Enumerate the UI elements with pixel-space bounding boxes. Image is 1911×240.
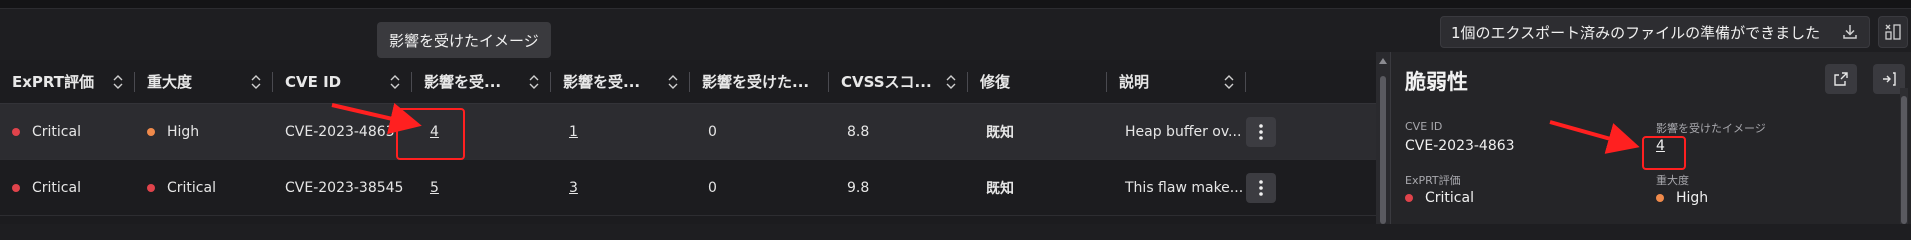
table-row[interactable]: Critical High CVE-2023-4863 4 1 0 8.8 既知… <box>0 104 1376 160</box>
exprt-cell: Critical <box>0 160 135 215</box>
column-header-affected-2[interactable]: 影響を受... <box>551 60 690 103</box>
affected-2-link[interactable]: 1 <box>569 124 578 140</box>
cve-id-cell: CVE-2023-38545 <box>285 179 404 196</box>
critical-dot-icon <box>147 183 155 192</box>
cvss-cell: 9.8 <box>847 179 870 196</box>
affected-images-label: 影響を受けたイメージ <box>1656 122 1766 135</box>
row-actions-button[interactable] <box>1246 116 1276 147</box>
column-header-severity[interactable]: 重大度 <box>135 60 273 103</box>
top-bar <box>0 0 1911 9</box>
scrollbar-thumb[interactable] <box>1380 76 1386 224</box>
affected-images-link[interactable]: 5 <box>430 180 439 196</box>
vulnerabilities-table: ExPRT評価 重大度 CVE ID 影響を受... 影響を受... 影響を受け… <box>0 60 1376 224</box>
high-dot-icon <box>147 127 155 136</box>
export-ready-notification[interactable]: 1個のエクスポート済みのファイルの準備ができました <box>1440 16 1870 48</box>
description-cell: Heap buffer ov... <box>1125 123 1242 140</box>
table-scrollbar[interactable] <box>1376 52 1390 224</box>
exprt-label: ExPRT評価 <box>1405 174 1461 187</box>
column-header-remediation[interactable]: 修復 <box>968 60 1107 103</box>
cve-id-cell: CVE-2023-4863 <box>285 123 395 140</box>
column-tooltip: 影響を受けたイメージ <box>377 22 551 58</box>
panel-scrollbar-thumb[interactable] <box>1901 96 1907 224</box>
kebab-menu-icon <box>1259 179 1263 196</box>
affected-2-cell: 3 <box>551 160 690 215</box>
affected-images-cell: 5 <box>412 160 551 215</box>
severity-label: 重大度 <box>1656 174 1689 187</box>
exprt-cell: Critical <box>0 104 135 159</box>
affected-3-cell: 0 <box>708 179 717 196</box>
column-header-cvss[interactable]: CVSSスコ... <box>829 60 968 103</box>
critical-dot-icon <box>12 183 20 192</box>
severity-cell: Critical <box>135 160 273 215</box>
affected-3-cell: 0 <box>708 123 717 140</box>
exprt-value: Critical <box>1405 190 1474 206</box>
sort-icon[interactable] <box>113 75 123 89</box>
cve-id-label: CVE ID <box>1405 120 1443 133</box>
affected-2-cell: 1 <box>551 104 690 159</box>
critical-dot-icon <box>12 127 20 136</box>
sort-icon[interactable] <box>946 75 956 89</box>
annotation-highlight-box <box>1642 136 1686 170</box>
sort-icon[interactable] <box>668 75 678 89</box>
table-row[interactable]: Critical Critical CVE-2023-38545 5 3 0 9… <box>0 160 1376 216</box>
column-header-affected-images[interactable]: 影響を受... <box>412 60 551 103</box>
column-header-description[interactable]: 説明 <box>1107 60 1246 103</box>
sort-icon[interactable] <box>529 75 539 89</box>
column-header-exprt[interactable]: ExPRT評価 <box>0 60 135 103</box>
collapse-panel-button[interactable] <box>1878 16 1908 48</box>
description-cell: This flaw make... <box>1125 179 1244 196</box>
remediation-cell: 既知 <box>986 180 1014 197</box>
cve-id-value: CVE-2023-4863 <box>1405 138 1515 154</box>
sort-icon[interactable] <box>1224 75 1234 89</box>
close-panel-icon <box>1883 72 1896 86</box>
row-actions-button[interactable] <box>1246 172 1276 203</box>
high-dot-icon <box>1656 194 1664 202</box>
column-header-cve-id[interactable]: CVE ID <box>273 60 412 103</box>
download-icon[interactable] <box>1841 23 1859 41</box>
share-icon <box>1834 72 1848 86</box>
cvss-cell: 8.8 <box>847 123 870 140</box>
export-ready-text: 1個のエクスポート済みのファイルの準備ができました <box>1451 23 1821 42</box>
remediation-cell: 既知 <box>986 124 1014 141</box>
sort-icon[interactable] <box>390 75 400 89</box>
table-header: ExPRT評価 重大度 CVE ID 影響を受... 影響を受... 影響を受け… <box>0 60 1376 104</box>
column-divider <box>1245 72 1246 92</box>
critical-dot-icon <box>1405 194 1413 202</box>
severity-value: High <box>1656 190 1708 206</box>
severity-cell: High <box>135 104 273 159</box>
actions-cell <box>1246 160 1296 215</box>
panel-title: 脆弱性 <box>1405 70 1468 94</box>
annotation-highlight-box <box>396 108 465 160</box>
affected-2-link[interactable]: 3 <box>569 180 578 196</box>
scroll-up-arrow-icon[interactable] <box>1379 58 1387 64</box>
actions-cell <box>1246 104 1296 159</box>
share-button[interactable] <box>1825 64 1857 94</box>
column-header-affected-3[interactable]: 影響を受けた... <box>690 60 829 103</box>
sort-icon[interactable] <box>251 75 261 89</box>
kebab-menu-icon <box>1259 123 1263 140</box>
collapse-panel-icon <box>1885 24 1901 40</box>
panel-scrollbar[interactable] <box>1900 88 1908 224</box>
